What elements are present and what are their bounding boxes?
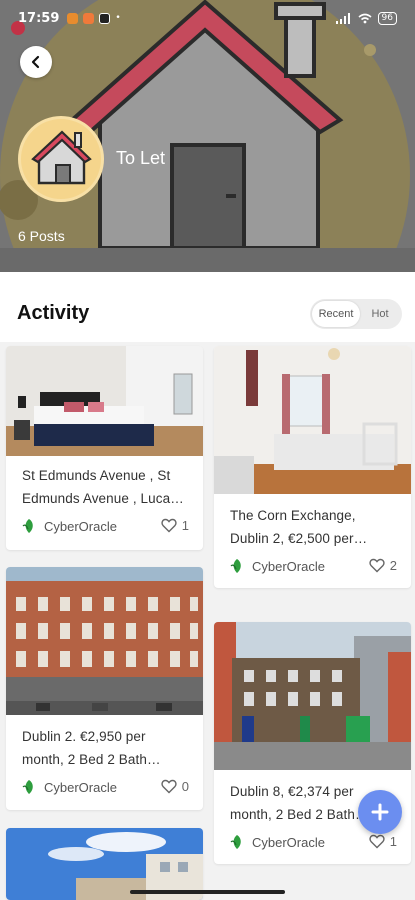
like-count: 2: [389, 558, 397, 573]
post-card[interactable]: St Edmunds Avenue , St Edmunds Avenue , …: [6, 346, 203, 550]
post-author[interactable]: CyberOracle: [22, 518, 117, 534]
battery-indicator: 96: [377, 11, 397, 25]
post-photo-bedroom: [6, 346, 203, 456]
post-photo-bedroom: [214, 346, 411, 494]
post-text-line: Dublin 8, €2,374 per: [230, 784, 354, 799]
leaf-avatar-icon: [22, 519, 33, 533]
sort-toggle: Recent Hot: [310, 299, 402, 329]
heart-icon: [161, 518, 177, 533]
back-button[interactable]: [20, 46, 52, 78]
create-post-button[interactable]: [358, 790, 402, 834]
post-text-line: The Corn Exchange,: [230, 508, 356, 523]
post-text-line: Dublin 2, €2,500 per…: [230, 531, 368, 546]
post-author[interactable]: CyberOracle: [230, 834, 325, 850]
post-text-line: Dublin 2. €2,950 per: [22, 729, 146, 744]
signal-icon: [335, 12, 350, 24]
like-button[interactable]: 0: [161, 779, 189, 794]
tiktok-icon: [99, 12, 111, 24]
home-indicator[interactable]: [130, 890, 285, 894]
house-icon: [31, 130, 92, 185]
heart-icon: [161, 779, 177, 794]
post-photo-building: [214, 622, 411, 770]
activity-title: Activity: [17, 302, 90, 324]
author-name: CyberOracle: [252, 834, 325, 850]
heart-icon: [369, 834, 385, 849]
wifi-icon: [358, 13, 372, 23]
post-text-line: Edmunds Avenue , Luca…: [22, 491, 184, 506]
like-button[interactable]: 1: [369, 834, 397, 849]
like-count: 1: [181, 518, 189, 533]
post-author[interactable]: CyberOracle: [230, 558, 325, 574]
author-name: CyberOracle: [252, 558, 325, 574]
status-bar: 17:59 • 96: [0, 0, 415, 36]
like-count: 1: [389, 834, 397, 849]
post-text: Dublin 2. €2,950 per month, 2 Bed 2 Bath…: [22, 725, 161, 771]
notification-app-icon: [83, 12, 95, 24]
author-name: CyberOracle: [44, 518, 117, 534]
tab-hot[interactable]: Hot: [360, 301, 400, 327]
topic-title: To Let: [116, 148, 166, 168]
chevron-left-icon: [31, 55, 40, 69]
more-notifications-icon: •: [115, 13, 121, 23]
topic-header: 17:59 • 96 To Let 6 Posts: [0, 0, 415, 272]
tab-recent[interactable]: Recent: [312, 301, 360, 327]
activity-header: Activity Recent Hot: [0, 272, 415, 342]
post-card[interactable]: The Corn Exchange, Dublin 2, €2,500 per……: [214, 346, 411, 588]
notification-app-icon: [67, 12, 79, 24]
post-photo-building: [6, 567, 203, 715]
status-app-icons: •: [67, 12, 121, 24]
leaf-avatar-icon: [22, 780, 33, 794]
post-text-line: month, 2 Bed 2 Bath…: [22, 752, 161, 767]
like-button[interactable]: 2: [369, 558, 397, 573]
posts-count: 6 Posts: [18, 228, 65, 244]
post-author[interactable]: CyberOracle: [22, 779, 117, 795]
like-button[interactable]: 1: [161, 518, 189, 533]
topic-avatar: [18, 116, 104, 202]
heart-icon: [369, 558, 385, 573]
leaf-avatar-icon: [230, 559, 241, 573]
plus-icon: [371, 803, 389, 821]
post-card[interactable]: Dublin 2. €2,950 per month, 2 Bed 2 Bath…: [6, 567, 203, 810]
status-time: 17:59: [18, 10, 60, 26]
post-text: St Edmunds Avenue , St Edmunds Avenue , …: [22, 464, 184, 510]
post-text-line: month, 2 Bed 2 Bath…: [230, 807, 369, 822]
post-text-line: St Edmunds Avenue , St: [22, 468, 171, 483]
post-text: Dublin 8, €2,374 per month, 2 Bed 2 Bath…: [230, 780, 369, 826]
author-name: CyberOracle: [44, 779, 117, 795]
like-count: 0: [181, 779, 189, 794]
post-text: The Corn Exchange, Dublin 2, €2,500 per…: [230, 504, 367, 550]
leaf-avatar-icon: [230, 835, 241, 849]
status-indicators: 96: [335, 11, 397, 25]
